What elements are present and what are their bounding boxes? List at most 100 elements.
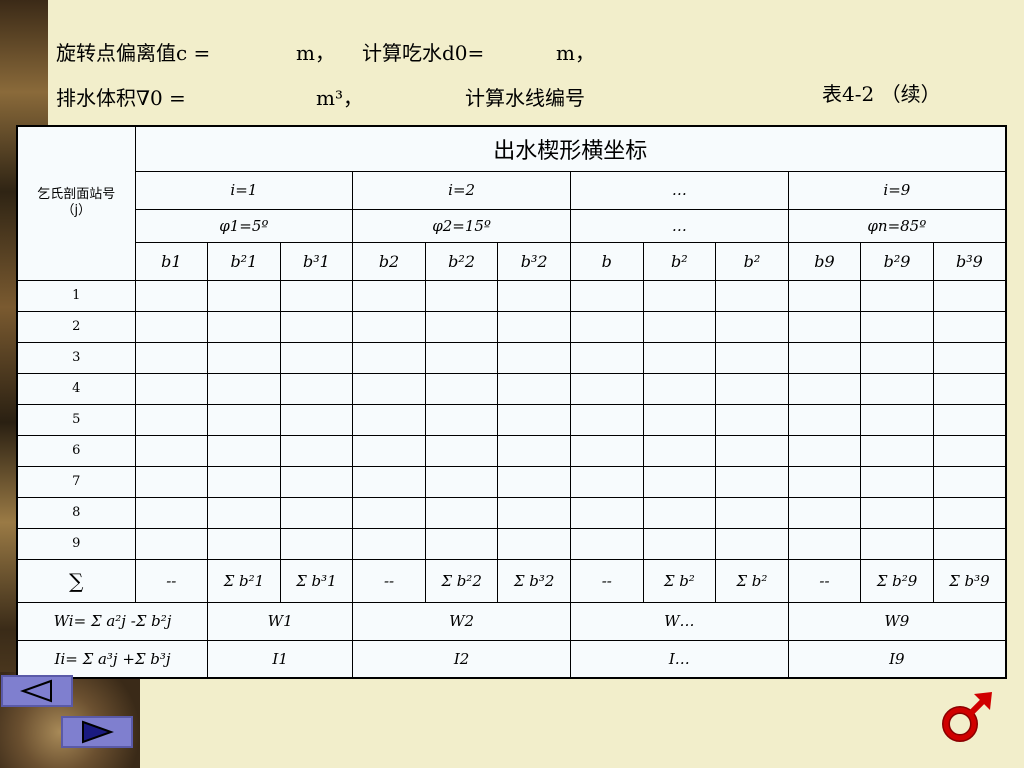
empty-cell: [207, 527, 281, 560]
sum-label: ∑: [16, 558, 136, 603]
triangle-left-icon: [20, 679, 52, 703]
empty-cell: [642, 341, 717, 374]
empty-cell: [642, 372, 717, 405]
next-slide-button[interactable]: [61, 716, 133, 748]
table-row: 5: [16, 403, 1007, 436]
table-row: 6: [16, 434, 1007, 467]
prev-slide-button[interactable]: [1, 675, 73, 707]
station-number: 9: [16, 527, 136, 560]
group-header-3: i=9: [787, 170, 1007, 210]
empty-cell: [569, 496, 644, 529]
i-value: I2: [352, 639, 571, 679]
empty-cell: [279, 372, 354, 405]
empty-cell: [279, 496, 354, 529]
empty-cell: [860, 372, 934, 405]
angle-header-0: φ1=5º: [134, 208, 354, 243]
station-number: 3: [16, 341, 136, 374]
empty-cell: [715, 434, 789, 467]
empty-cell: [860, 403, 934, 436]
empty-cell: [424, 465, 499, 498]
subcol-header-0: b1: [134, 241, 209, 281]
empty-cell: [497, 403, 571, 436]
empty-cell: [279, 465, 354, 498]
empty-cell: [352, 527, 426, 560]
empty-cell: [207, 372, 281, 405]
empty-cell: [424, 403, 499, 436]
empty-cell: [787, 496, 862, 529]
empty-cell: [569, 434, 644, 467]
empty-cell: [787, 527, 862, 560]
i-value: I…: [569, 639, 789, 679]
empty-cell: [860, 341, 934, 374]
empty-cell: [932, 310, 1007, 343]
subcol-header-4: b²2: [424, 241, 499, 281]
empty-cell: [497, 527, 571, 560]
station-number: 7: [16, 465, 136, 498]
subcol-header-3: b2: [352, 241, 426, 281]
station-header-label: 乞氏剖面站号: [37, 187, 116, 203]
table-row: 2: [16, 310, 1007, 343]
group-header-0: i=1: [134, 170, 354, 210]
empty-cell: [569, 310, 644, 343]
empty-cell: [715, 403, 789, 436]
empty-cell: [787, 279, 862, 312]
sum-cell: Σ b³1: [279, 558, 354, 603]
empty-cell: [352, 496, 426, 529]
empty-cell: [207, 465, 281, 498]
empty-cell: [134, 527, 209, 560]
subcol-header-6: b: [569, 241, 644, 281]
station-number: 4: [16, 372, 136, 405]
empty-cell: [279, 279, 354, 312]
sum-cell: Σ b³9: [932, 558, 1007, 603]
empty-cell: [787, 434, 862, 467]
mars-symbol-icon[interactable]: [938, 690, 994, 746]
header-draft-unit: m，: [556, 41, 595, 65]
group-header-1: i=2: [352, 170, 571, 210]
empty-cell: [932, 527, 1007, 560]
w-value: W1: [207, 601, 354, 641]
empty-cell: [860, 527, 934, 560]
empty-cell: [642, 527, 717, 560]
sum-cell: Σ b²2: [424, 558, 499, 603]
station-header: 乞氏剖面站号 （j）: [16, 125, 136, 281]
empty-cell: [424, 279, 499, 312]
station-number: 6: [16, 434, 136, 467]
empty-cell: [715, 279, 789, 312]
empty-cell: [715, 341, 789, 374]
empty-cell: [569, 372, 644, 405]
empty-cell: [352, 403, 426, 436]
subcol-header-10: b²9: [860, 241, 934, 281]
empty-cell: [932, 496, 1007, 529]
empty-cell: [279, 527, 354, 560]
table-title: 出水楔形横坐标: [134, 125, 1007, 172]
empty-cell: [134, 310, 209, 343]
empty-cell: [932, 434, 1007, 467]
header-draft-label: 计算吃水d0=: [362, 41, 485, 65]
empty-cell: [207, 403, 281, 436]
empty-cell: [279, 341, 354, 374]
empty-cell: [860, 465, 934, 498]
sum-cell: --: [352, 558, 426, 603]
empty-cell: [134, 403, 209, 436]
empty-cell: [497, 465, 571, 498]
empty-cell: [352, 434, 426, 467]
empty-cell: [569, 527, 644, 560]
empty-cell: [134, 496, 209, 529]
empty-cell: [569, 403, 644, 436]
empty-cell: [932, 403, 1007, 436]
i-value: I9: [787, 639, 1007, 679]
sum-cell: Σ b²: [642, 558, 717, 603]
empty-cell: [352, 372, 426, 405]
sum-cell: --: [787, 558, 862, 603]
subcol-header-1: b²1: [207, 241, 281, 281]
angle-header-2: …: [569, 208, 789, 243]
empty-cell: [787, 341, 862, 374]
header-volume-label: 排水体积∇0 =: [56, 86, 186, 110]
station-number: 8: [16, 496, 136, 529]
empty-cell: [642, 279, 717, 312]
station-header-sub: （j）: [61, 203, 92, 219]
sum-cell: Σ b³2: [497, 558, 571, 603]
empty-cell: [352, 465, 426, 498]
table-number: 表4-2 （续）: [822, 82, 941, 106]
angle-header-1: φ2=15º: [352, 208, 571, 243]
